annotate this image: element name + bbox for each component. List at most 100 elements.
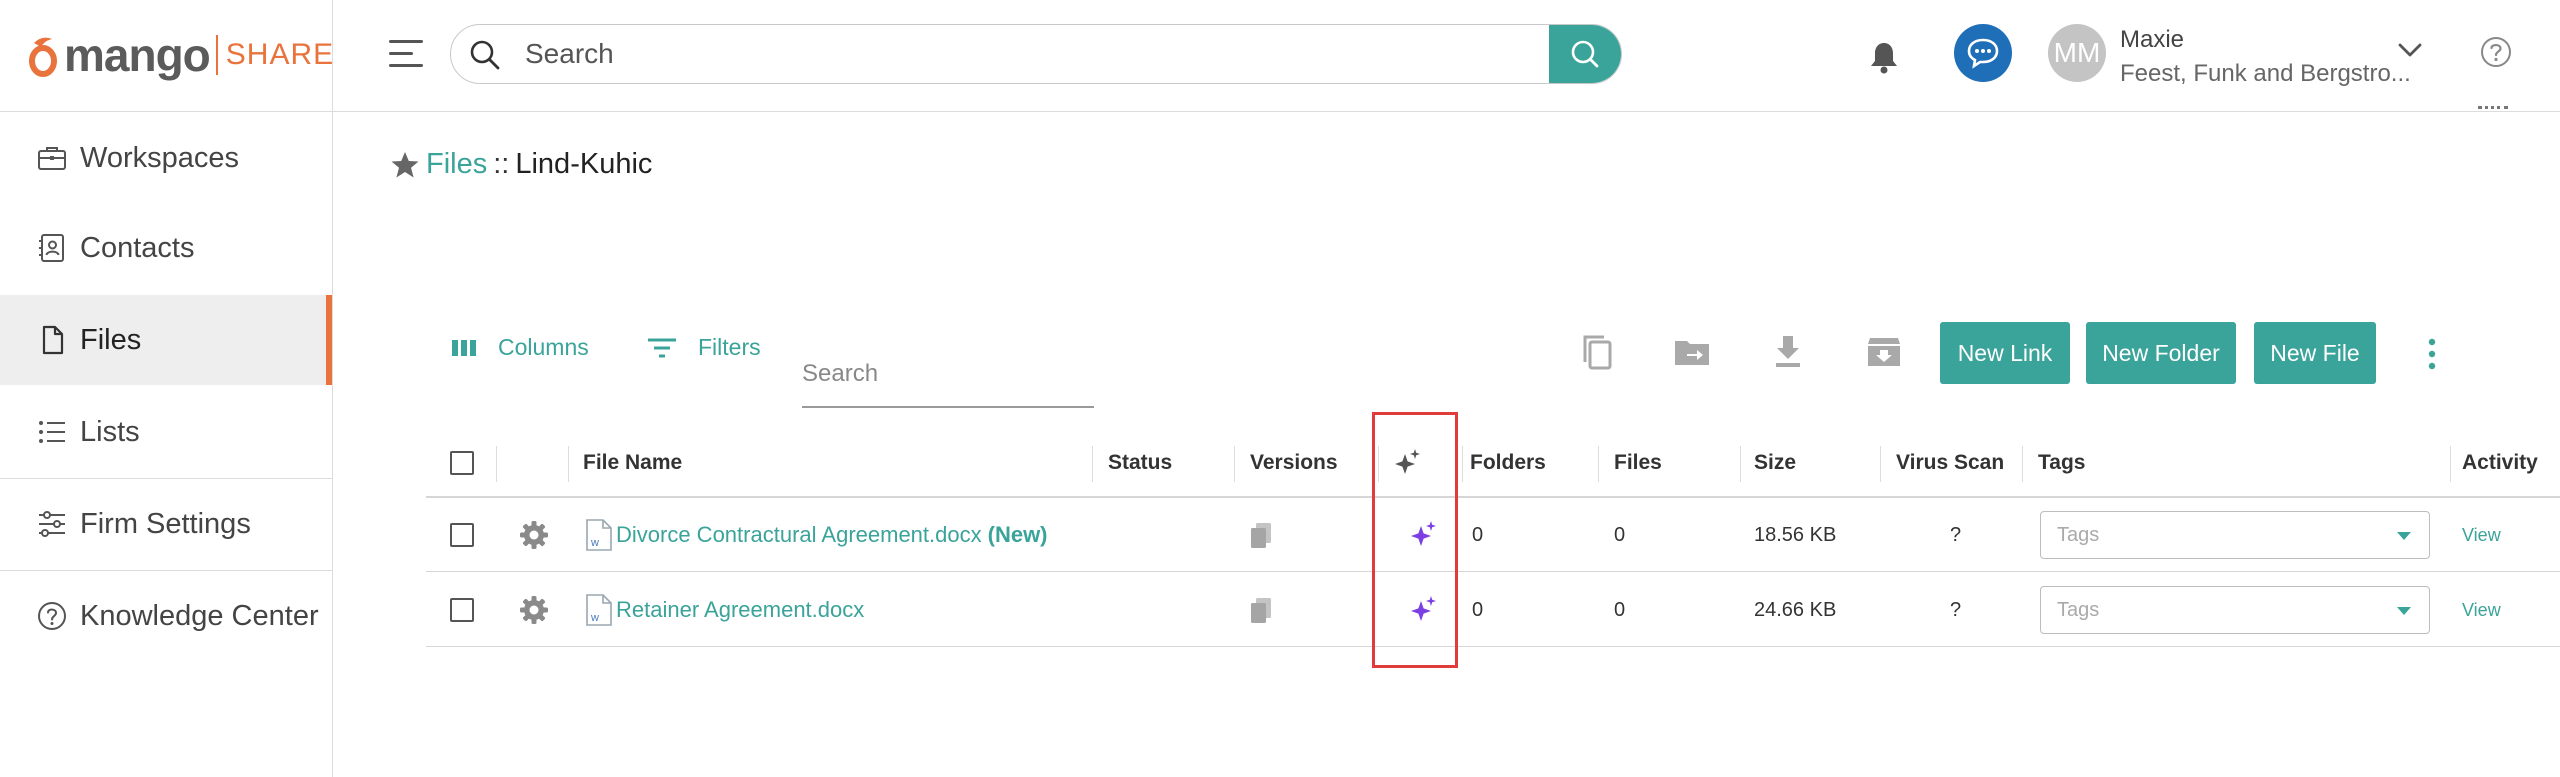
columns-icon	[452, 339, 476, 356]
notifications-bell-icon[interactable]	[1868, 40, 1900, 74]
svg-text:w: w	[590, 612, 599, 624]
column-header-size[interactable]: Size	[1754, 428, 1796, 498]
versions-copy-icon[interactable]	[1246, 519, 1276, 551]
search-icon	[1571, 40, 1599, 68]
sidebar-item-files[interactable]: Files	[0, 295, 332, 385]
search-submit-button[interactable]	[1549, 25, 1621, 83]
row-select-cell	[450, 573, 474, 647]
column-separator	[496, 446, 497, 482]
file-name-link[interactable]: Retainer Agreement.docx	[616, 597, 864, 623]
view-activity-link[interactable]: View	[2462, 525, 2501, 546]
tags-cell: Tags	[2040, 498, 2430, 572]
new-folder-button[interactable]: New Folder	[2086, 322, 2236, 384]
column-header-status[interactable]: Status	[1108, 428, 1172, 498]
gear-icon[interactable]	[518, 519, 550, 551]
new-file-button[interactable]: New File	[2254, 322, 2376, 384]
chat-button[interactable]	[1954, 24, 2012, 82]
activity-cell: View	[2462, 498, 2501, 572]
help-underline	[2478, 106, 2508, 109]
virus-scan-cell: ?	[1950, 598, 1962, 621]
row-settings-cell	[518, 498, 550, 572]
gear-icon[interactable]	[518, 594, 550, 626]
column-header-versions[interactable]: Versions	[1250, 428, 1338, 498]
global-search	[450, 24, 1622, 84]
ai-sparkle-icon[interactable]	[1406, 593, 1440, 627]
tags-select[interactable]: Tags	[2040, 586, 2430, 634]
file-name-link[interactable]: Divorce Contractural Agreement.docx	[616, 522, 982, 548]
ai-cell	[1406, 498, 1440, 572]
ai-sparkle-icon	[1395, 449, 1420, 474]
user-avatar[interactable]: MM	[2048, 24, 2106, 82]
column-separator	[2022, 446, 2023, 482]
column-separator	[1740, 446, 1741, 482]
new-link-button[interactable]: New Link	[1940, 322, 2070, 384]
caret-down-icon	[2397, 607, 2411, 615]
ai-sparkle-icon[interactable]	[1406, 518, 1440, 552]
column-header-file-name[interactable]: File Name	[583, 428, 682, 498]
sidebar-item-contacts[interactable]: Contacts	[0, 203, 332, 293]
files-cell: 0	[1614, 598, 1626, 621]
folders-cell: 0	[1472, 598, 1484, 621]
breadcrumb-root-link[interactable]: Files	[426, 148, 487, 181]
versions-cell	[1246, 498, 1276, 572]
more-vertical-icon[interactable]	[2416, 336, 2448, 372]
sidebar: Workspaces Contacts Files Lists Firm Set…	[0, 112, 332, 777]
tags-select[interactable]: Tags	[2040, 511, 2430, 559]
column-separator	[1378, 446, 1379, 482]
filter-icon	[648, 338, 676, 357]
tags-placeholder: Tags	[2057, 599, 2100, 621]
menu-toggle-icon[interactable]	[386, 34, 426, 74]
mango-share-logo[interactable]: mango SHARE	[24, 30, 334, 80]
row-checkbox[interactable]	[450, 598, 474, 622]
briefcase-icon	[38, 147, 66, 170]
table-search-input[interactable]	[802, 338, 1094, 408]
columns-button[interactable]: Columns	[450, 334, 589, 361]
sidebar-item-label: Firm Settings	[80, 507, 251, 540]
column-header-folders[interactable]: Folders	[1470, 428, 1546, 498]
move-to-folder-icon[interactable]	[1672, 332, 1712, 372]
word-document-icon: w	[586, 519, 612, 551]
column-separator	[1880, 446, 1881, 482]
column-header-virus-scan[interactable]: Virus Scan	[1896, 428, 2004, 498]
filters-button[interactable]: Filters	[646, 334, 761, 361]
copy-icon[interactable]	[1578, 332, 1618, 372]
help-icon[interactable]	[2478, 34, 2514, 70]
download-icon[interactable]	[1768, 332, 1808, 372]
list-icon	[39, 421, 65, 443]
sidebar-item-firm-settings[interactable]: Firm Settings	[0, 479, 332, 569]
file-name-cell: w Divorce Contractural Agreement.docx (N…	[584, 498, 1048, 572]
column-separator	[568, 446, 569, 482]
sidebar-divider	[332, 0, 333, 777]
word-document-icon: w	[586, 594, 612, 626]
virus-scan-cell: ?	[1950, 523, 1962, 546]
chevron-down-icon[interactable]	[2394, 38, 2426, 62]
column-header-tags[interactable]: Tags	[2038, 428, 2085, 498]
row-checkbox[interactable]	[450, 523, 474, 547]
column-separator	[1092, 446, 1093, 482]
contact-card-icon	[39, 234, 64, 262]
archive-icon[interactable]	[1864, 332, 1904, 372]
chat-bubble-icon	[1967, 38, 1999, 69]
sidebar-item-label: Files	[80, 323, 142, 356]
sidebar-item-knowledge-center[interactable]: Knowledge Center	[0, 571, 332, 661]
view-activity-link[interactable]: View	[2462, 600, 2501, 621]
new-badge: (New)	[987, 522, 1048, 547]
column-header-files[interactable]: Files	[1614, 428, 1662, 498]
table-row: w Divorce Contractural Agreement.docx (N…	[426, 498, 2560, 572]
versions-copy-icon[interactable]	[1246, 594, 1276, 626]
activity-cell: View	[2462, 573, 2501, 647]
sidebar-item-lists[interactable]: Lists	[0, 387, 332, 477]
global-search-input[interactable]	[525, 25, 1525, 83]
column-separator	[1598, 446, 1599, 482]
user-organization[interactable]: Feest, Funk and Bergstro...	[2120, 60, 2411, 88]
files-cell: 0	[1614, 523, 1626, 546]
column-separator	[2450, 446, 2451, 482]
column-header-ai[interactable]	[1390, 428, 1424, 498]
column-header-activity[interactable]: Activity	[2462, 428, 2538, 498]
user-name[interactable]: Maxie	[2120, 26, 2184, 54]
star-icon[interactable]	[390, 150, 420, 180]
select-all-checkbox[interactable]	[450, 451, 474, 475]
sidebar-item-workspaces[interactable]: Workspaces	[0, 113, 332, 203]
logo-separator	[215, 35, 218, 75]
mango-logo-icon	[29, 37, 57, 77]
